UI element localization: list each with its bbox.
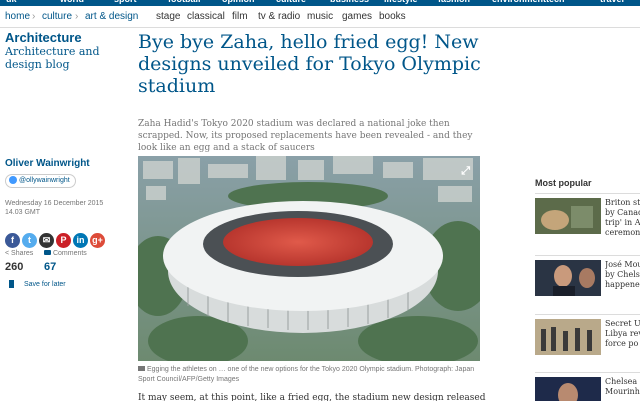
top-nav-item[interactable]: football bbox=[168, 0, 201, 4]
subnav-games[interactable]: games bbox=[342, 11, 372, 22]
most-popular-thumbnail bbox=[535, 198, 601, 234]
share-buttons: f t ✉ Pin g+ bbox=[5, 228, 107, 248]
most-popular-title: Most popular bbox=[535, 178, 592, 188]
email-icon[interactable]: ✉ bbox=[39, 233, 54, 248]
save-for-later-button[interactable]: Save for later bbox=[9, 280, 66, 288]
article-standfirst: Zaha Hadid's Tokyo 2020 stadium was decl… bbox=[138, 119, 473, 153]
stadium-photo[interactable]: ⤢ bbox=[138, 156, 480, 361]
breadcrumb-home[interactable]: home bbox=[5, 11, 30, 22]
comments-label: Comments bbox=[44, 250, 87, 257]
most-popular-item[interactable]: Chelsea s Mourinh bbox=[535, 372, 640, 401]
top-nav-item[interactable]: uk bbox=[6, 0, 17, 4]
breadcrumb-separator: › bbox=[75, 11, 79, 22]
twitter-icon bbox=[9, 176, 17, 185]
linkedin-icon[interactable]: in bbox=[73, 233, 88, 248]
most-popular-text: Secret USLibya revforce po bbox=[605, 319, 640, 348]
breadcrumb-separator: › bbox=[32, 11, 36, 22]
comments-count[interactable]: 67 bbox=[44, 261, 56, 273]
subnav-stage[interactable]: stage bbox=[156, 11, 180, 22]
top-nav-item[interactable]: culture bbox=[276, 0, 306, 4]
twitter-icon[interactable]: t bbox=[22, 233, 37, 248]
bookmark-icon bbox=[9, 280, 14, 288]
top-nav-item[interactable]: lifestyle bbox=[384, 0, 418, 4]
most-popular-thumbnail bbox=[535, 377, 601, 401]
subnav-tv-radio[interactable]: tv & radio bbox=[258, 11, 300, 22]
publish-date: Wednesday 16 December 2015 14.03 GMT bbox=[5, 199, 115, 217]
subnav-film[interactable]: film bbox=[232, 11, 248, 22]
most-popular-text: Briton st by Canad trip' in Aceremon bbox=[605, 198, 640, 237]
most-popular-item[interactable]: Secret USLibya revforce po bbox=[535, 314, 640, 355]
most-popular-thumbnail bbox=[535, 260, 601, 296]
comment-icon bbox=[44, 250, 51, 255]
expand-icon[interactable]: ⤢ bbox=[461, 164, 470, 178]
section-navigation: home › culture › art & design stage clas… bbox=[0, 6, 640, 28]
photo-caption: Egging the athletes on … one of the new … bbox=[138, 366, 475, 383]
breadcrumb-culture[interactable]: culture bbox=[42, 11, 72, 22]
googleplus-icon[interactable]: g+ bbox=[90, 233, 105, 248]
section-description: Architecture and design blog bbox=[5, 45, 100, 71]
most-popular-thumbnail bbox=[535, 319, 601, 355]
most-popular-text: Chelsea s Mourinh bbox=[605, 377, 640, 396]
top-nav-item[interactable]: fashion bbox=[438, 0, 470, 4]
article-body: It may seem, at this point, like a fried… bbox=[138, 393, 488, 401]
publish-date-time: 14.03 GMT bbox=[5, 209, 41, 216]
author-name[interactable]: Oliver Wainwright bbox=[5, 158, 90, 169]
top-nav-item[interactable]: business bbox=[330, 0, 369, 4]
top-nav-item[interactable]: opinion bbox=[222, 0, 255, 4]
section-title[interactable]: Architecture bbox=[5, 30, 82, 45]
top-nav-item[interactable]: travel bbox=[600, 0, 624, 4]
article-headline: Bye bye Zaha, hello fried egg! New desig… bbox=[138, 31, 481, 97]
top-nav-item[interactable]: tech bbox=[546, 0, 565, 4]
publish-date-day: Wednesday 16 December 2015 bbox=[5, 200, 104, 207]
most-popular-item[interactable]: José Mouby Chelsehappene bbox=[535, 255, 640, 296]
most-popular-text: José Mouby Chelsehappene bbox=[605, 260, 640, 289]
subnav-books[interactable]: books bbox=[379, 11, 406, 22]
breadcrumb-art-design[interactable]: art & design bbox=[85, 11, 138, 22]
pinterest-icon[interactable]: P bbox=[56, 233, 71, 248]
top-nav-item[interactable]: environment bbox=[492, 0, 546, 4]
facebook-icon[interactable]: f bbox=[5, 233, 20, 248]
most-popular-item[interactable]: Briton st by Canad trip' in Aceremon bbox=[535, 193, 640, 237]
twitter-handle: @ollywainwright bbox=[19, 177, 70, 184]
share-icon: < bbox=[5, 250, 10, 257]
subnav-classical[interactable]: classical bbox=[187, 11, 225, 22]
stadium-illustration bbox=[138, 156, 480, 361]
twitter-follow-button[interactable]: @ollywainwright bbox=[5, 174, 76, 188]
top-nav-item[interactable]: world bbox=[60, 0, 84, 4]
shares-label: < Shares bbox=[5, 250, 34, 257]
shares-count: 260 bbox=[5, 261, 24, 273]
subnav-music[interactable]: music bbox=[307, 11, 333, 22]
top-nav-item[interactable]: sport bbox=[114, 0, 137, 4]
camera-icon bbox=[138, 366, 145, 371]
